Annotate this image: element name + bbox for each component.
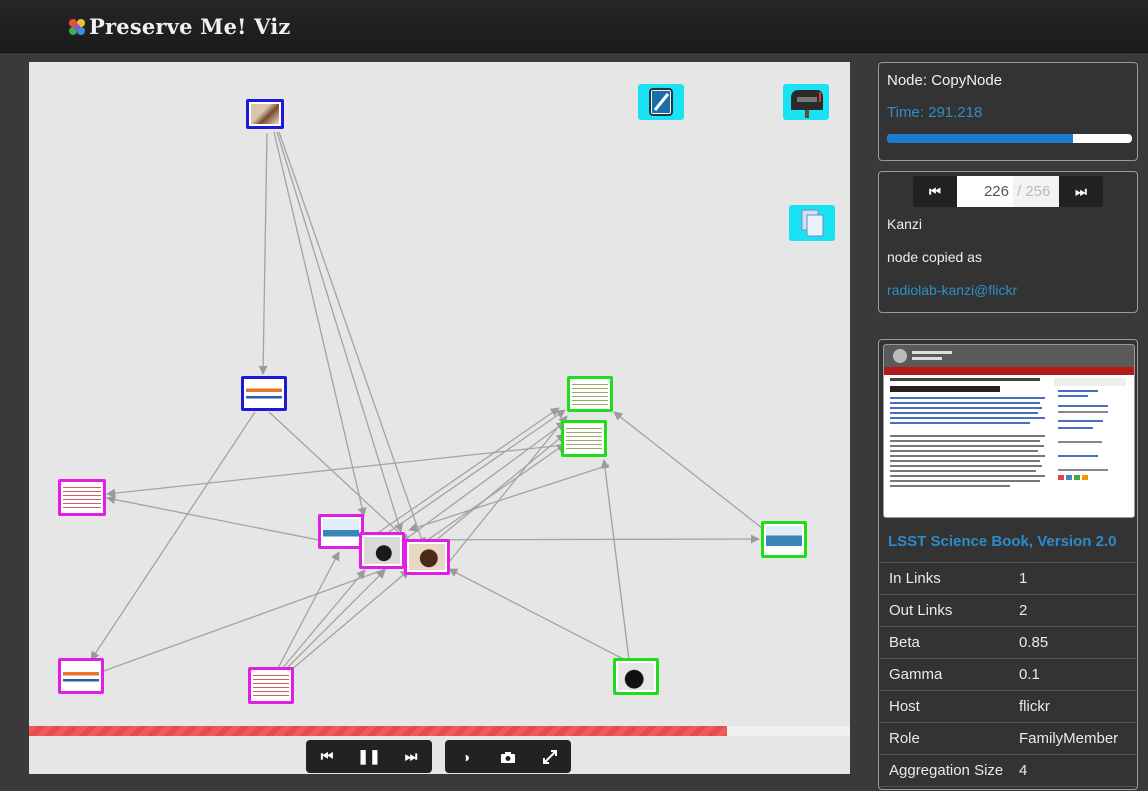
notepad-tool[interactable] (638, 84, 684, 120)
brand-logo-icon (69, 19, 85, 35)
node-thumbnail (253, 672, 289, 699)
property-table: In Links 1 Out Links 2 Beta 0.85 Gamma 0.1 H… (879, 562, 1137, 787)
event-link[interactable]: radiolab-kanzi@flickr (887, 282, 1017, 298)
playback-progress-fill (29, 726, 727, 736)
playback-controls: ⏮ ❚❚ ⏭ (306, 740, 432, 773)
property-row: Beta 0.85 (879, 627, 1137, 659)
notepad-icon (649, 87, 673, 116)
graph-node[interactable] (246, 99, 284, 129)
total-events: / 256 (1013, 176, 1059, 207)
node-thumbnail (63, 663, 99, 689)
graph-node[interactable] (567, 376, 613, 412)
graph-node[interactable] (359, 532, 405, 569)
graph-node[interactable] (561, 420, 607, 457)
property-key: Beta (889, 634, 920, 651)
node-thumbnail (364, 537, 400, 564)
current-event-input[interactable]: 226 (957, 176, 1013, 207)
node-thumbnail (409, 544, 445, 570)
time-progress-bar (887, 134, 1132, 143)
property-value: flickr (1019, 698, 1050, 715)
camera-button[interactable] (487, 740, 529, 773)
copy-documents-icon (801, 209, 824, 237)
skip-back-icon: ⏮ (320, 748, 334, 764)
expand-button[interactable] (529, 740, 571, 773)
graph-node[interactable] (58, 479, 106, 516)
node-thumbnail (251, 104, 279, 124)
step-back-icon: ⏮ (929, 183, 941, 199)
skip-forward-icon: ⏭ (404, 748, 418, 764)
node-detail-panel: LSST Science Book, Version 2.0 In Links 1… (878, 339, 1138, 790)
graph-node[interactable] (404, 539, 450, 575)
property-row: In Links 1 (879, 563, 1137, 595)
graph-node[interactable] (613, 658, 659, 695)
property-key: Host (889, 698, 920, 715)
camera-icon (501, 751, 515, 763)
property-key: Out Links (889, 602, 953, 619)
playback-progress[interactable] (29, 726, 850, 736)
node-thumbnail (572, 381, 608, 407)
skip-forward-button[interactable]: ⏭ (390, 740, 432, 773)
property-row: Out Links 2 (879, 595, 1137, 627)
property-row: Gamma 0.1 (879, 659, 1137, 691)
node-thumbnail (323, 519, 359, 544)
graph-node[interactable] (318, 514, 364, 549)
document-title[interactable]: LSST Science Book, Version 2.0 (888, 533, 1116, 550)
time-progress-fill (887, 134, 1074, 143)
app-title: Preserve Me! Viz (89, 14, 291, 39)
event-name: Kanzi (887, 216, 923, 232)
node-title: Node: CopyNode (887, 72, 1003, 89)
copy-tool[interactable] (789, 205, 835, 241)
property-value: 2 (1019, 602, 1028, 619)
prev-event-button[interactable]: ⏮ (913, 176, 957, 207)
property-row: Role FamilyMember (879, 723, 1137, 755)
contrast-button[interactable]: ◑ (445, 740, 487, 773)
property-key: Aggregation Size (889, 762, 1004, 779)
graph-node[interactable] (241, 376, 287, 411)
pause-button[interactable]: ❚❚ (348, 740, 390, 773)
graph-node[interactable] (761, 521, 807, 558)
node-thumbnail (766, 526, 802, 553)
next-event-button[interactable]: ⏭ (1059, 176, 1103, 207)
document-preview-image (884, 345, 1134, 487)
property-key: In Links (889, 570, 941, 587)
property-value: 0.1 (1019, 666, 1040, 683)
node-info-panel: Node: CopyNode Time: 291.218 (878, 62, 1138, 161)
property-key: Role (889, 730, 920, 747)
event-navigator: ⏮ 226 / 256 ⏭ (913, 176, 1103, 207)
event-panel: ⏮ 226 / 256 ⏭ Kanzi node copied as radio… (878, 171, 1138, 313)
graph-edges (90, 131, 763, 673)
contrast-icon: ◑ (461, 748, 471, 765)
node-thumbnail (618, 663, 654, 690)
mailbox-tool[interactable] (783, 84, 829, 120)
property-value: 0.85 (1019, 634, 1049, 651)
node-thumbnail (246, 381, 282, 406)
mailbox-icon (791, 90, 823, 118)
node-thumbnail (63, 484, 101, 511)
view-controls: ◑ (445, 740, 571, 773)
graph-node[interactable] (58, 658, 104, 694)
step-forward-icon: ⏭ (1075, 183, 1087, 199)
property-row: Aggregation Size 4 (879, 755, 1137, 787)
property-value: 4 (1019, 762, 1028, 779)
property-key: Gamma (889, 666, 943, 683)
top-navbar: Preserve Me! Viz (0, 0, 1148, 53)
graph-canvas[interactable] (29, 62, 850, 774)
property-value: FamilyMember (1019, 730, 1119, 747)
event-action: node copied as (887, 249, 982, 265)
node-time: Time: 291.218 (887, 104, 983, 121)
brand[interactable]: Preserve Me! Viz (68, 14, 291, 39)
pause-icon: ❚❚ (357, 748, 381, 764)
document-preview[interactable] (883, 344, 1135, 518)
property-row: Host flickr (879, 691, 1137, 723)
node-thumbnail (566, 425, 602, 452)
graph-node[interactable] (248, 667, 294, 704)
property-value: 1 (1019, 570, 1028, 587)
expand-icon (543, 749, 557, 764)
skip-back-button[interactable]: ⏮ (306, 740, 348, 773)
